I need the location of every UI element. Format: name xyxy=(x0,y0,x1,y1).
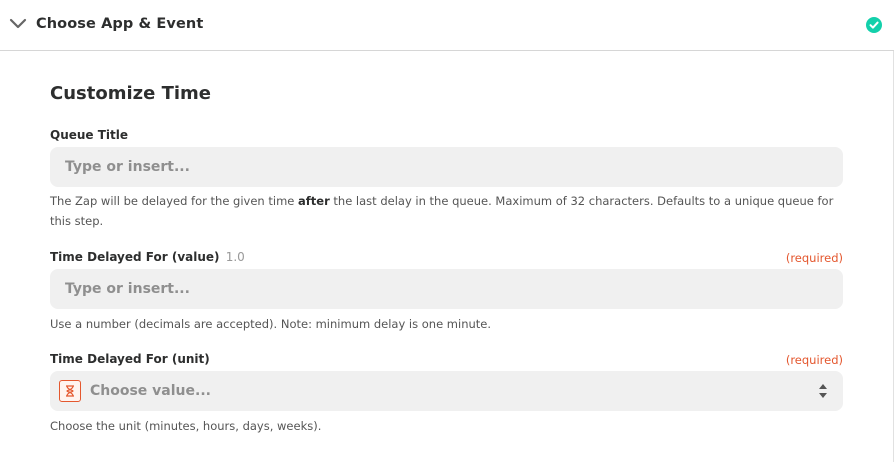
hourglass-icon xyxy=(59,380,81,402)
required-indicator: (required) xyxy=(785,251,843,265)
delay-unit-select[interactable]: Choose value... xyxy=(50,371,843,411)
delay-unit-placeholder: Choose value... xyxy=(90,383,211,399)
delay-value-placeholder: Type or insert... xyxy=(65,281,190,297)
version-badge: 1.0 xyxy=(225,250,245,264)
delay-value-label: Time Delayed For (value) 1.0 xyxy=(50,250,245,264)
delay-value-label-text: Time Delayed For (value) xyxy=(50,250,220,264)
queue-title-help: The Zap will be delayed for the given ti… xyxy=(50,191,840,231)
section-title: Customize Time xyxy=(50,83,211,104)
help-text-part: The Zap will be delayed for the given ti… xyxy=(50,194,299,208)
help-text-bold: after xyxy=(298,194,330,208)
check-circle-icon xyxy=(866,17,882,33)
queue-title-placeholder: Type or insert... xyxy=(65,159,190,175)
delay-value-input[interactable]: Type or insert... xyxy=(50,269,843,309)
queue-title-label: Queue Title xyxy=(50,128,129,142)
step-title: Choose App & Event xyxy=(36,16,204,32)
queue-title-input[interactable]: Type or insert... xyxy=(50,147,843,187)
delay-unit-label: Time Delayed For (unit) xyxy=(50,352,210,366)
required-indicator: (required) xyxy=(785,353,843,367)
sort-arrows-icon xyxy=(819,384,827,398)
delay-value-help: Use a number (decimals are accepted). No… xyxy=(50,317,492,331)
step-header[interactable]: Choose App & Event xyxy=(0,0,894,51)
chevron-down-icon[interactable] xyxy=(9,17,27,31)
delay-unit-help: Choose the unit (minutes, hours, days, w… xyxy=(50,419,322,433)
